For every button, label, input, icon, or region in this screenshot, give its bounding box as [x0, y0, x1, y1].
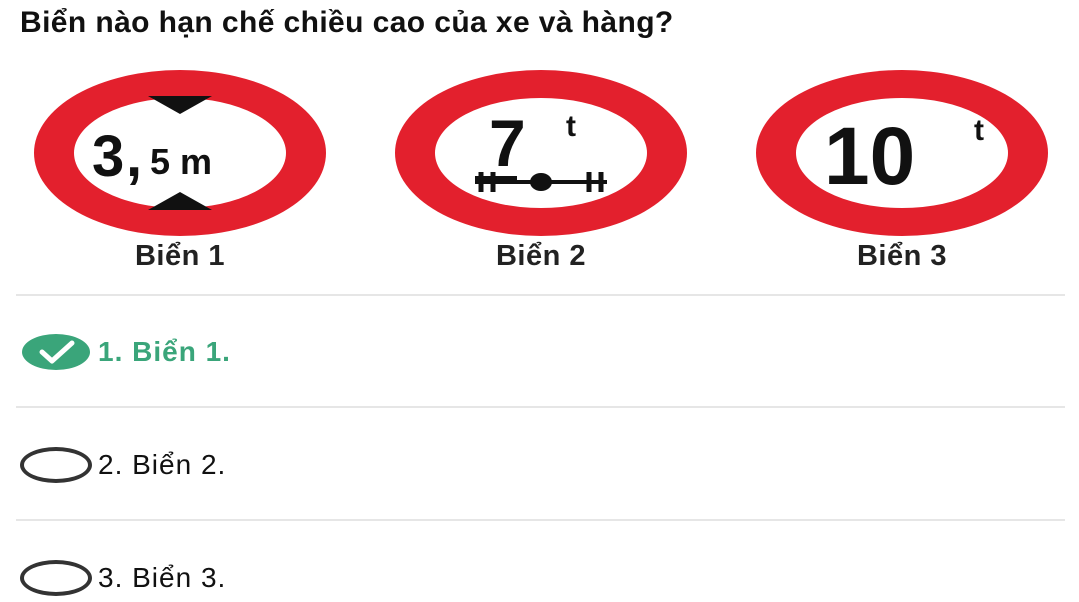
sign1-main-text: 3 — [92, 124, 124, 189]
check-circle-icon — [22, 334, 90, 370]
radio-unchecked-icon[interactable] — [20, 560, 92, 596]
sign3-sup-text: t — [974, 114, 984, 147]
divider — [16, 406, 1065, 408]
radio-unchecked-icon[interactable] — [20, 447, 92, 483]
signs-row: 3 , 5 m Biển 1 7 t Biển 2 10 t Biển 3 — [0, 0, 1079, 290]
answer-option-2-label: 2. Biển 2. — [98, 449, 227, 480]
sign1-minor-text: 5 m — [150, 141, 212, 182]
weight-limit-sign-icon: 10 t — [752, 68, 1052, 238]
height-limit-sign-icon: 3 , 5 m — [30, 68, 330, 238]
sign2-label: Biển 2 — [495, 240, 587, 272]
sign3-main-text: 10 — [824, 111, 915, 202]
sign2-sup-text: t — [566, 110, 576, 143]
divider — [16, 519, 1065, 521]
answer-option-3-label: 3. Biển 3. — [98, 562, 227, 593]
sign2-main-text: 7 — [489, 106, 526, 180]
sign3-label: Biển 3 — [856, 240, 948, 272]
sign1-label: Biển 1 — [134, 240, 226, 272]
axle-load-sign-icon: 7 t — [391, 68, 691, 238]
answer-option-2[interactable]: 2. Biển 2. — [20, 435, 1060, 495]
divider — [16, 294, 1065, 296]
answer-option-3[interactable]: 3. Biển 3. — [20, 548, 1060, 602]
answer-option-1-label: 1. Biển 1. — [98, 336, 231, 367]
sign1-sep-text: , — [126, 124, 142, 189]
answer-option-1[interactable]: 1. Biển 1. — [20, 322, 1060, 382]
